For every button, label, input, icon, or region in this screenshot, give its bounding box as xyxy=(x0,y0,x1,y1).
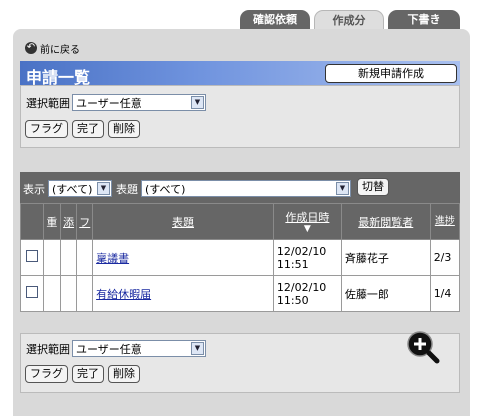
progress-value: 1/4 xyxy=(433,287,452,300)
bottom-delete-button[interactable]: 削除 xyxy=(108,365,140,383)
tab-bar: 確認依頼 作成分 下書き xyxy=(240,6,462,30)
select-column-header xyxy=(20,203,44,240)
bottom-scope-value: ユーザー任意 xyxy=(76,342,142,356)
attach-column-header[interactable]: 添 xyxy=(59,203,78,240)
important-cell xyxy=(42,275,61,312)
attach-cell xyxy=(59,239,78,276)
scope-value: ユーザー任意 xyxy=(76,96,142,110)
display-value: (すべて) xyxy=(52,182,93,196)
zoom-in-icon[interactable] xyxy=(405,329,441,365)
chevron-down-icon: ▼ xyxy=(336,182,349,195)
subject-filter-value: (すべて) xyxy=(145,182,186,196)
display-label: 表示 xyxy=(23,182,45,196)
application-table: 重 添 フ 表題 作成日時 ▼ 最新閲覧者 進捗 稟議書 12/02/10 11:… xyxy=(20,203,461,312)
back-label: 前に戻る xyxy=(40,44,80,56)
bottom-scope-label: 選択範囲 xyxy=(26,342,70,356)
created-time: 11:51 xyxy=(276,257,309,271)
top-action-box: 選択範囲 ユーザー任意 ▼ フラグ 完了 削除 xyxy=(20,85,460,148)
scope-select[interactable]: ユーザー任意 ▼ xyxy=(72,94,206,111)
bottom-complete-button[interactable]: 完了 xyxy=(72,365,104,383)
scope-label: 選択範囲 xyxy=(26,96,70,110)
chevron-down-icon: ▼ xyxy=(97,182,110,195)
back-arrow-icon: ↶ xyxy=(25,42,37,54)
new-application-button[interactable]: 新規申請作成 xyxy=(325,64,457,83)
table-header-row: 重 添 フ 表題 作成日時 ▼ 最新閲覧者 進捗 xyxy=(20,203,461,240)
attach-cell xyxy=(59,275,78,312)
bottom-flag-button[interactable]: フラグ xyxy=(25,365,68,383)
complete-button[interactable]: 完了 xyxy=(72,120,104,138)
bottom-action-box: 選択範囲 ユーザー任意 ▼ フラグ 完了 削除 xyxy=(20,333,460,393)
tab-created[interactable]: 作成分 xyxy=(314,10,384,30)
subject-column-header[interactable]: 表題 xyxy=(92,203,274,240)
row-checkbox[interactable] xyxy=(25,286,38,298)
main-panel: ↶ 前に戻る 申請一覧 新規申請作成 選択範囲 ユーザー任意 ▼ フラグ 完了 … xyxy=(13,29,470,416)
flag-cell xyxy=(76,275,94,312)
created-date: 12/02/10 xyxy=(276,244,327,258)
tab-drafts[interactable]: 下書き xyxy=(388,10,460,30)
toggle-button[interactable]: 切替 xyxy=(357,178,389,196)
chevron-down-icon: ▼ xyxy=(191,342,204,355)
created-date: 12/02/10 xyxy=(276,280,327,294)
tab-confirm-request[interactable]: 確認依頼 xyxy=(240,10,310,30)
viewer-name: 斉藤花子 xyxy=(344,251,389,265)
title-bar: 申請一覧 新規申請作成 xyxy=(20,61,460,87)
subject-select[interactable]: (すべて) ▼ xyxy=(141,180,351,197)
subject-link[interactable]: 有給休暇届 xyxy=(96,288,151,301)
back-link[interactable]: ↶ 前に戻る xyxy=(25,41,80,56)
created-column-header[interactable]: 作成日時 ▼ xyxy=(272,203,342,240)
bottom-scope-select[interactable]: ユーザー任意 ▼ xyxy=(72,340,206,357)
delete-button[interactable]: 削除 xyxy=(108,120,140,138)
flag-cell xyxy=(76,239,94,276)
chevron-down-icon: ▼ xyxy=(191,96,204,109)
created-time: 11:50 xyxy=(276,293,309,307)
flag-column-header[interactable]: フ xyxy=(76,203,94,240)
important-cell xyxy=(42,239,61,276)
viewer-column-header[interactable]: 最新閲覧者 xyxy=(340,203,431,240)
flag-button[interactable]: フラグ xyxy=(25,120,68,138)
display-select[interactable]: (すべて) ▼ xyxy=(48,180,112,197)
subject-link[interactable]: 稟議書 xyxy=(96,252,129,265)
important-column-header[interactable]: 重 xyxy=(42,203,61,240)
viewer-name: 佐藤一郎 xyxy=(344,287,389,301)
sort-down-icon: ▼ xyxy=(303,224,311,234)
row-checkbox[interactable] xyxy=(25,250,38,262)
progress-column-header[interactable]: 進捗 xyxy=(429,203,461,240)
progress-value: 2/3 xyxy=(433,251,452,264)
table-row[interactable]: 稟議書 12/02/10 11:51 斉藤花子 2/3 xyxy=(20,239,461,276)
filter-bar: 表示 (すべて) ▼ 表題 (すべて) ▼ 切替 xyxy=(20,172,460,203)
table-row[interactable]: 有給休暇届 12/02/10 11:50 佐藤一郎 1/4 xyxy=(20,275,461,312)
subject-filter-label: 表題 xyxy=(116,182,138,196)
